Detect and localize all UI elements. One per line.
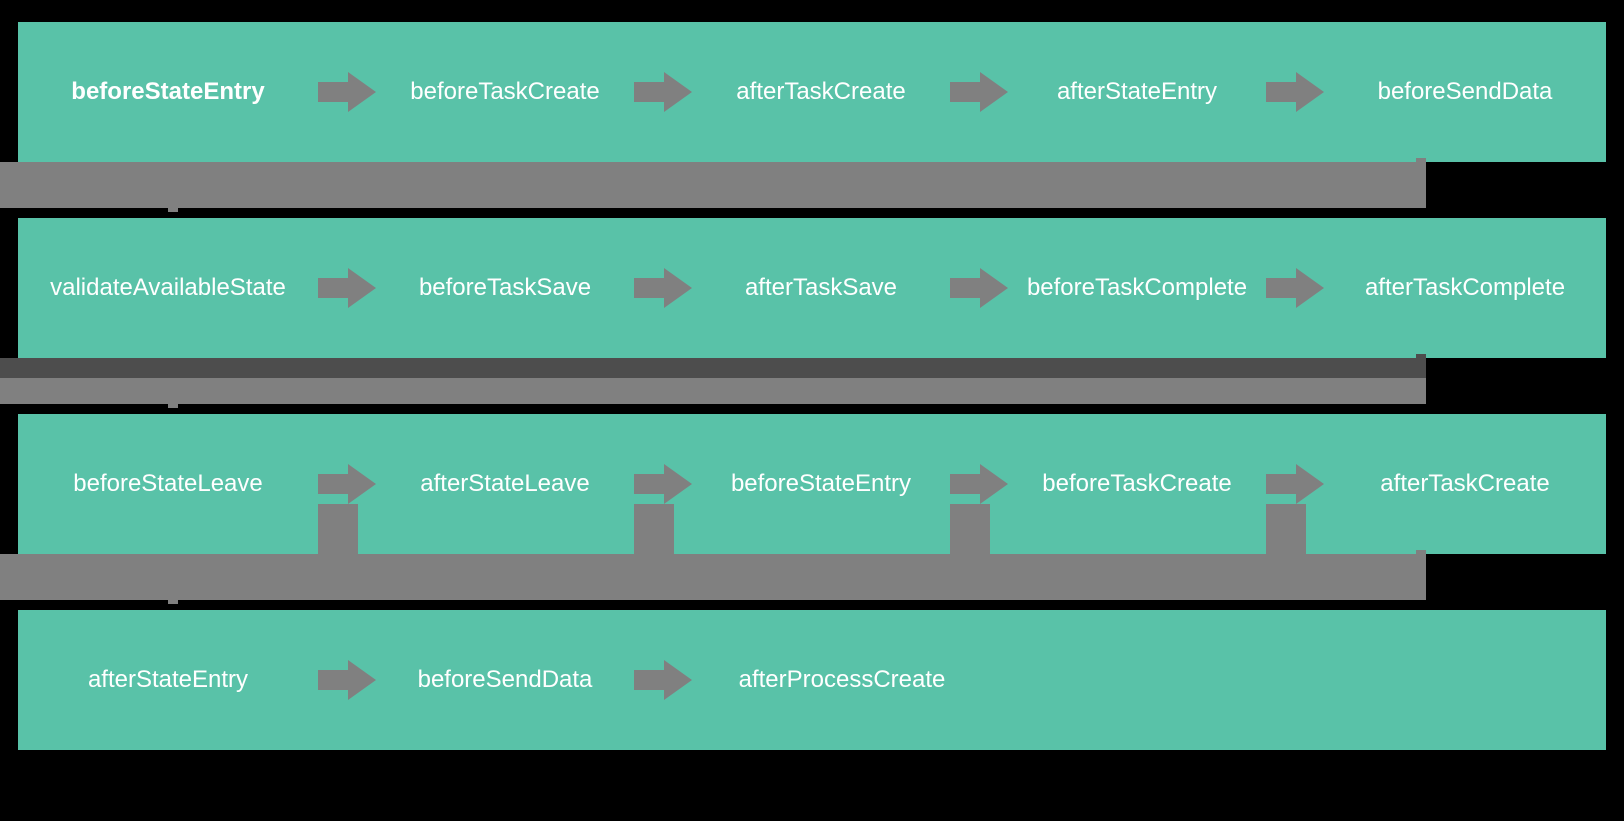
node-label: beforeStateEntry — [731, 470, 911, 498]
node-label: beforeTaskSave — [419, 274, 591, 302]
node-label: afterTaskComplete — [1365, 274, 1565, 302]
arrow-icon — [950, 72, 1008, 112]
node-beforeTaskCreate-2: beforeTaskCreate — [1008, 414, 1266, 554]
node-label: afterStateEntry — [88, 666, 248, 694]
node-validateAvailableState: validateAvailableState — [18, 218, 318, 358]
connector-leg — [1266, 504, 1306, 560]
node-label: beforeSendData — [1378, 78, 1553, 106]
node-label: afterStateEntry — [1057, 78, 1217, 106]
node-label: afterTaskCreate — [736, 78, 905, 106]
node-label: beforeTaskCreate — [410, 78, 599, 106]
arrow-icon — [950, 464, 1008, 504]
connector-nub — [1416, 354, 1426, 362]
node-afterTaskComplete: afterTaskComplete — [1324, 218, 1606, 358]
node-label: afterTaskCreate — [1380, 470, 1549, 498]
node-label: afterTaskSave — [745, 274, 897, 302]
node-label: beforeTaskCreate — [1042, 470, 1231, 498]
connector-nub — [168, 400, 178, 408]
row-connector-2-dark — [0, 358, 1426, 378]
node-beforeTaskComplete: beforeTaskComplete — [1008, 218, 1266, 358]
diagram-canvas: beforeStateEntry beforeTaskCreate afterT… — [0, 0, 1624, 821]
node-afterTaskCreate-2: afterTaskCreate — [1324, 414, 1606, 554]
arrow-icon — [950, 268, 1008, 308]
node-beforeStateEntry-2: beforeStateEntry — [692, 414, 950, 554]
node-beforeTaskCreate: beforeTaskCreate — [376, 22, 634, 162]
node-afterTaskSave: afterTaskSave — [692, 218, 950, 358]
row-connector-1 — [0, 162, 1426, 208]
node-beforeStateLeave: beforeStateLeave — [18, 414, 318, 554]
node-afterStateEntry: afterStateEntry — [1008, 22, 1266, 162]
node-beforeSendData: beforeSendData — [1324, 22, 1606, 162]
row-connector-2-grey — [0, 378, 1426, 404]
row-3-band: beforeStateLeave afterStateLeave beforeS… — [18, 414, 1606, 554]
arrow-icon — [1266, 268, 1324, 308]
arrow-icon — [318, 72, 376, 112]
node-label: beforeTaskComplete — [1027, 274, 1247, 302]
row-2-band: validateAvailableState beforeTaskSave af… — [18, 218, 1606, 358]
node-afterTaskCreate: afterTaskCreate — [692, 22, 950, 162]
node-afterProcessCreate: afterProcessCreate — [692, 610, 992, 750]
node-beforeSendData-2: beforeSendData — [376, 610, 634, 750]
row-connector-3 — [0, 554, 1426, 600]
connector-nub — [1416, 158, 1426, 166]
arrow-icon — [634, 464, 692, 504]
row-1-band: beforeStateEntry beforeTaskCreate afterT… — [18, 22, 1606, 162]
connector-nub — [168, 596, 178, 604]
node-label: afterStateLeave — [420, 470, 589, 498]
arrow-icon — [318, 268, 376, 308]
arrow-icon — [318, 660, 376, 700]
node-label: afterProcessCreate — [739, 666, 946, 694]
node-label: beforeStateLeave — [73, 470, 262, 498]
node-beforeTaskSave: beforeTaskSave — [376, 218, 634, 358]
arrow-icon — [634, 72, 692, 112]
node-beforeStateEntry: beforeStateEntry — [18, 22, 318, 162]
arrow-icon — [634, 268, 692, 308]
arrow-icon — [318, 464, 376, 504]
node-label: validateAvailableState — [50, 274, 286, 302]
node-afterStateEntry-2: afterStateEntry — [18, 610, 318, 750]
connector-nub — [168, 204, 178, 212]
arrow-icon — [1266, 464, 1324, 504]
node-label: beforeSendData — [418, 666, 593, 694]
node-label: beforeStateEntry — [71, 78, 264, 106]
connector-leg — [634, 504, 674, 560]
connector-leg — [950, 504, 990, 560]
row-4-band: afterStateEntry beforeSendData afterProc… — [18, 610, 1606, 750]
connector-nub — [1416, 550, 1426, 558]
arrow-icon — [634, 660, 692, 700]
arrow-icon — [1266, 72, 1324, 112]
connector-leg — [318, 504, 358, 560]
node-afterStateLeave: afterStateLeave — [376, 414, 634, 554]
